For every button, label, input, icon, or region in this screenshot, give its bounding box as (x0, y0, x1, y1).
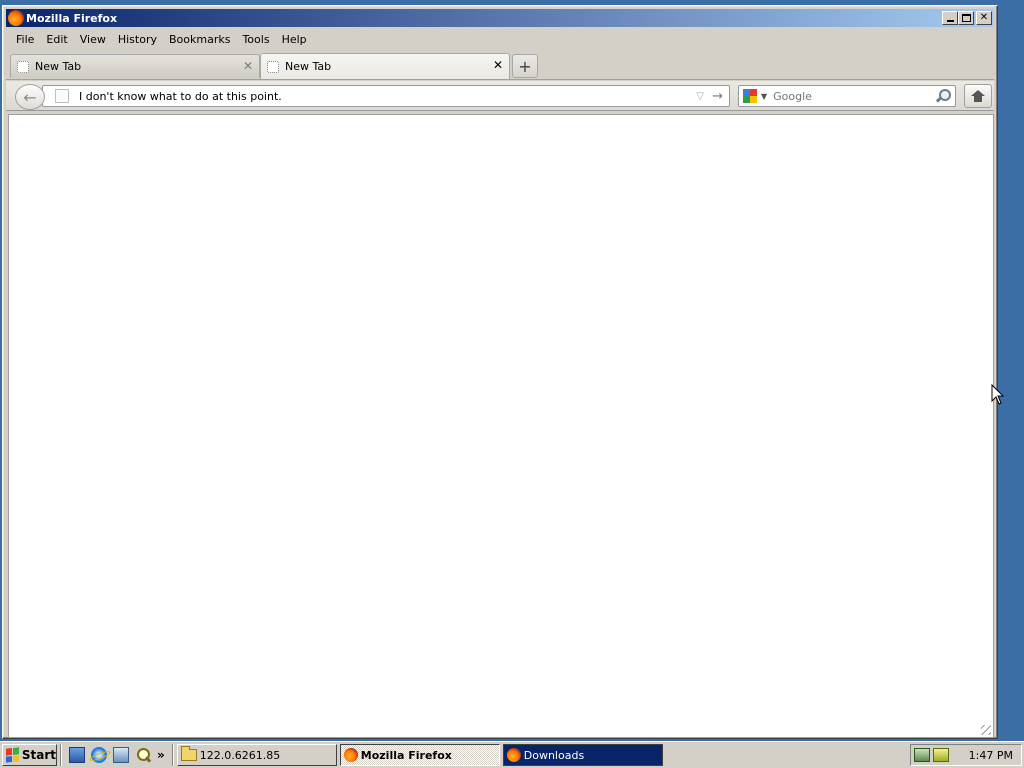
window-controls: ✕ (942, 11, 992, 25)
window-title: Mozilla Firefox (26, 11, 118, 25)
quick-launch-more[interactable]: » (157, 748, 165, 762)
home-button[interactable] (964, 84, 992, 108)
resize-grip-icon[interactable] (981, 725, 991, 735)
home-icon (971, 90, 985, 102)
tab-close-icon[interactable]: ✕ (493, 59, 503, 71)
minimize-button[interactable] (942, 11, 958, 25)
maximize-button[interactable] (958, 11, 974, 25)
mouse-cursor-icon (991, 384, 1005, 405)
network-icon[interactable] (113, 747, 129, 763)
minimize-icon (946, 20, 954, 22)
task-label: 122.0.6261.85 (199, 748, 281, 762)
google-icon[interactable] (743, 89, 757, 103)
close-icon: ✕ (979, 12, 989, 23)
safely-remove-hardware-icon[interactable] (933, 748, 949, 762)
firefox-icon[interactable] (8, 10, 24, 26)
menu-history[interactable]: History (114, 33, 165, 46)
menu-help[interactable]: Help (278, 33, 315, 46)
show-desktop-icon[interactable] (69, 747, 85, 763)
firefox-window: Mozilla Firefox ✕ File Edit View History… (2, 5, 998, 739)
task-folder[interactable]: 122.0.6261.85 (176, 744, 337, 766)
taskbar: Start » 122.0.6261.85 Mozilla Firefox Do… (0, 741, 1024, 768)
blank-page-icon (17, 60, 29, 73)
url-history-dropdown-icon[interactable]: ▽ (696, 91, 704, 102)
tab-new-tab-1[interactable]: New Tab ✕ (10, 54, 260, 78)
back-button[interactable]: ← (15, 84, 45, 110)
plus-icon: + (518, 56, 532, 76)
folder-icon (180, 746, 197, 761)
close-button[interactable]: ✕ (976, 11, 992, 25)
url-bar[interactable]: I don't know what to do at this point. ▽… (42, 85, 730, 107)
site-identity-icon[interactable] (55, 89, 69, 103)
search-input[interactable] (773, 89, 933, 103)
menu-bookmarks[interactable]: Bookmarks (165, 33, 238, 46)
menu-bar: File Edit View History Bookmarks Tools H… (6, 30, 994, 48)
tab-label: New Tab (35, 60, 82, 73)
internet-explorer-icon[interactable] (91, 747, 107, 763)
blank-page-icon (267, 60, 279, 73)
task-label: Mozilla Firefox (360, 748, 452, 762)
menu-file[interactable]: File (12, 33, 42, 46)
search-bar[interactable]: ▼ (738, 85, 956, 107)
task-downloads[interactable]: Downloads (502, 744, 663, 766)
tab-label: New Tab (285, 60, 332, 73)
system-tray: 1:47 PM (910, 744, 1022, 766)
clock[interactable]: 1:47 PM (969, 749, 1013, 762)
taskbar-separator (60, 744, 62, 766)
menu-view[interactable]: View (76, 33, 114, 46)
go-arrow-icon[interactable]: → (712, 89, 723, 104)
tab-close-icon[interactable]: ✕ (243, 60, 253, 72)
search-icon[interactable] (933, 87, 951, 105)
menu-edit[interactable]: Edit (42, 33, 75, 46)
back-arrow-icon: ← (23, 87, 37, 107)
start-label: Start (21, 748, 56, 762)
page-content[interactable] (8, 114, 994, 738)
firefox-icon (343, 748, 358, 762)
task-firefox[interactable]: Mozilla Firefox (339, 744, 500, 766)
task-label: Downloads (523, 748, 585, 762)
maximize-icon (961, 14, 971, 22)
search-icon[interactable] (135, 747, 151, 763)
tab-strip: New Tab ✕ New Tab ✕ + (6, 50, 994, 80)
tab-new-tab-2[interactable]: New Tab ✕ (260, 53, 510, 79)
menu-tools[interactable]: Tools (238, 33, 277, 46)
title-bar[interactable]: Mozilla Firefox ✕ (6, 9, 994, 27)
start-button[interactable]: Start (2, 744, 57, 766)
taskbar-separator (171, 744, 174, 766)
new-tab-button[interactable]: + (512, 54, 538, 78)
engine-dropdown-icon[interactable]: ▼ (761, 92, 767, 101)
windows-logo-icon (6, 747, 19, 763)
network-status-icon[interactable] (914, 748, 930, 762)
navigation-toolbar: I don't know what to do at this point. ▽… (6, 81, 994, 111)
firefox-icon (506, 748, 521, 762)
quick-launch: » (65, 747, 169, 763)
url-input[interactable]: I don't know what to do at this point. (79, 90, 696, 103)
